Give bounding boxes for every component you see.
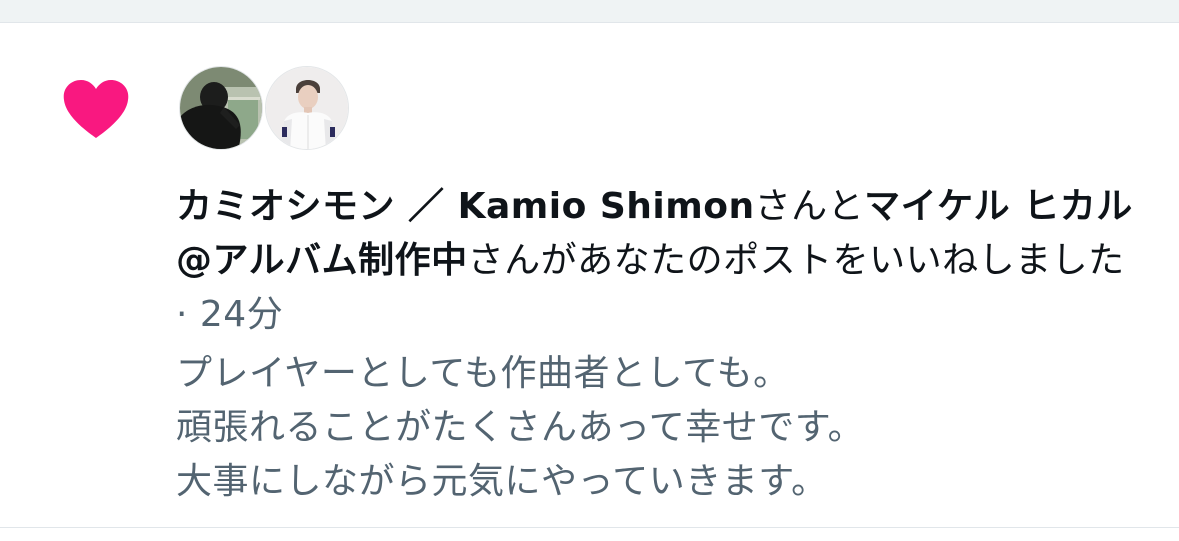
like-notification[interactable]: カミオシモン ／ Kamio Shimonさんとマイケル ヒカル @アルバム制作… bbox=[0, 23, 1179, 527]
connector-text: さんと bbox=[754, 186, 865, 227]
timestamp[interactable]: 24分 bbox=[200, 294, 283, 335]
avatar-kamio-shimon[interactable] bbox=[179, 66, 263, 150]
post-text-line: 大事にしながら元気にやっていきます。 bbox=[176, 461, 828, 502]
liked-post-text[interactable]: プレイヤーとしても作曲者としても。 頑張れることがたくさんあって幸せです。 大事… bbox=[176, 347, 1146, 509]
post-text-line: 頑張れることがたくさんあって幸せです。 bbox=[176, 407, 865, 448]
next-item-edge bbox=[0, 528, 1179, 541]
notification-text: カミオシモン ／ Kamio Shimonさんとマイケル ヒカル @アルバム制作… bbox=[176, 180, 1146, 342]
user-name-kamio-shimon[interactable]: カミオシモン ／ Kamio Shimon bbox=[176, 186, 755, 227]
heart-icon bbox=[62, 78, 130, 140]
separator-dot: · bbox=[176, 294, 188, 335]
avatar-michael-hikaru[interactable] bbox=[265, 66, 349, 150]
previous-item-edge bbox=[0, 0, 1179, 23]
post-text-line: プレイヤーとしても作曲者としても。 bbox=[176, 353, 790, 394]
action-text: さんがあなたのポストをいいねしました bbox=[467, 240, 1125, 281]
